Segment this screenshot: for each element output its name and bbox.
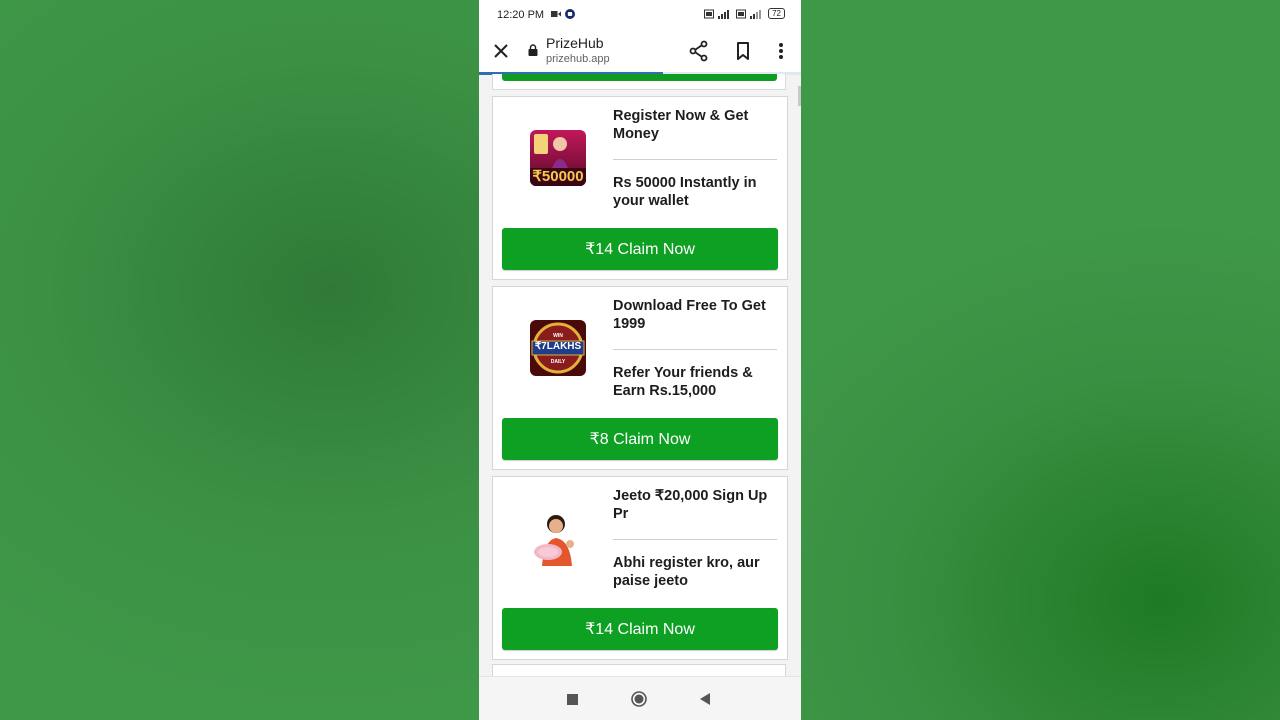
back-icon[interactable] [698,692,712,706]
offer-card-partial-top [492,74,786,90]
bookmark-icon[interactable] [731,39,755,63]
svg-text:DAILY: DAILY [551,359,566,365]
offer-title: Jeeto ₹20,000 Sign Up Pr [613,488,768,522]
offer-card: Jeeto ₹20,000 Sign Up Pr Abhi register k… [492,476,788,660]
scrollbar-thumb[interactable] [798,86,801,106]
offer-app-icon-teen-patti[interactable]: ₹50000 [530,130,586,186]
offer-image-woman-with-cash [530,510,586,566]
lock-icon [528,44,538,56]
background-right [801,0,1280,720]
offer-description: Rs 50000 Instantly in your wallet [613,175,757,209]
share-icon[interactable] [687,39,711,63]
page-title[interactable]: PrizeHub [546,35,604,51]
offer-app-icon-7lakhs[interactable]: WIN DAILY ₹7LAKHS [530,320,586,376]
app-notification-icon [565,9,575,19]
status-time: 12:20 PM [497,9,545,21]
offer-description: Refer Your friends & Earn Rs.15,000 [613,365,753,399]
system-nav-bar [479,676,801,720]
page-content[interactable]: ₹50000 Register Now & Get Money Rs 50000… [479,74,801,676]
offer-card: ₹50000 Register Now & Get Money Rs 50000… [492,96,788,280]
claim-button-partial[interactable] [502,74,777,81]
phone-screen: 12:20 PM 72 PrizeHub prizehub.app ₹50000… [479,0,801,720]
offer-card-partial-bottom [492,664,786,676]
svg-text:WIN: WIN [553,333,563,339]
signal-icon [718,9,730,19]
status-bar: 12:20 PM 72 [479,0,801,30]
battery-icon: 72 [768,8,785,19]
status-icons-right: 72 [704,8,785,19]
offer-card: WIN DAILY ₹7LAKHS Download Free To Get 1… [492,286,788,470]
offer-title: Register Now & Get Money [613,108,749,142]
claim-now-button[interactable]: ₹14 Claim Now [502,608,778,650]
page-url[interactable]: prizehub.app [546,53,610,65]
close-icon[interactable] [489,39,513,63]
claim-now-button[interactable]: ₹8 Claim Now [502,418,778,460]
offer-divider [613,159,777,160]
offer-image-text: ₹7LAKHS [534,341,582,352]
offer-image-text: ₹50000 [532,168,584,185]
claim-now-button[interactable]: ₹14 Claim Now [502,228,778,270]
home-icon[interactable] [631,691,647,707]
offer-app-icon-jeeto[interactable] [530,510,586,566]
volte-icon [704,9,715,18]
offer-title: Download Free To Get 1999 [613,298,766,332]
recent-apps-icon[interactable] [567,694,578,705]
offer-divider [613,349,777,350]
offer-description: Abhi register kro, aur paise jeeto [613,555,760,589]
status-icons-left [551,9,575,19]
volte-icon [736,9,747,18]
video-camera-icon [551,11,561,17]
more-vert-icon[interactable] [771,39,791,63]
signal-icon [750,9,762,19]
browser-toolbar: PrizeHub prizehub.app [479,30,801,74]
offer-divider [613,539,777,540]
